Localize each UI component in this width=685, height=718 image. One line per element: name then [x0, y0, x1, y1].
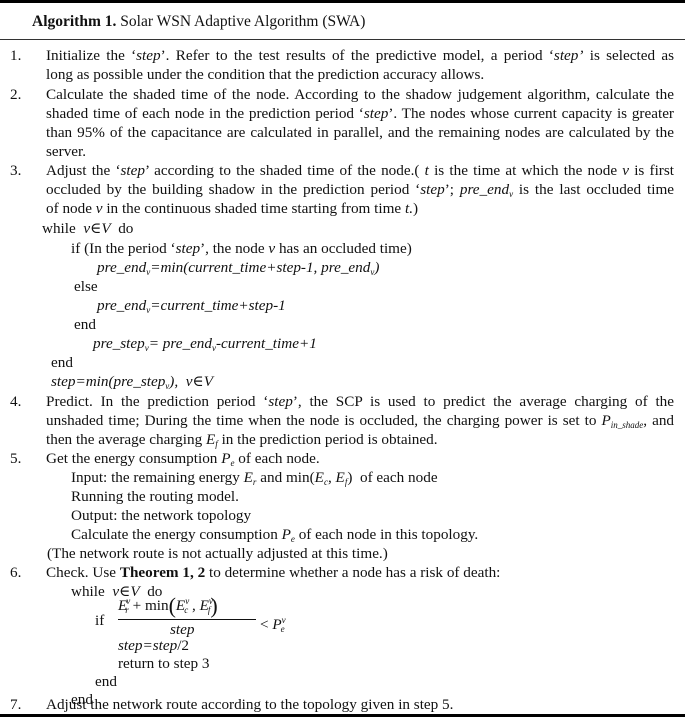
keyword-do: do — [118, 220, 134, 237]
if-condition: if (In the period ‘step’, the node v has… — [71, 240, 412, 257]
algorithm-box: Algorithm 1. Solar WSN Adaptive Algorith… — [0, 0, 685, 718]
step-text-line: Adjust the network route according to th… — [46, 696, 454, 713]
sub-line-run: Running the routing model. — [71, 488, 239, 505]
step-number: 5. — [10, 450, 22, 467]
top-rule — [0, 0, 685, 3]
keyword-if: if — [95, 612, 105, 629]
keyword-while: while — [42, 220, 76, 237]
algorithm-label: Algorithm 1. — [32, 13, 117, 30]
step-note: (The network route is not actually adjus… — [47, 545, 388, 562]
step-text-line: shaded time of each node in the predicti… — [46, 105, 674, 122]
step-number: 3. — [10, 162, 22, 179]
while-loop-header: while v∈V do — [42, 220, 133, 239]
keyword-while: while — [71, 583, 105, 600]
title-separator — [0, 39, 685, 40]
keyword-end: end — [51, 354, 73, 371]
assign-pre-end: pre_endv=current_time+step-1 — [97, 297, 286, 315]
step-text-line: unshaded time; During the time when the … — [46, 412, 675, 430]
step-text-line: than 95% of the capacitance are calculat… — [46, 124, 674, 141]
assign-step-min: step=min(pre_stepv), v∈V — [51, 373, 214, 391]
step-text-line: Calculate the shaded time of the node. A… — [46, 86, 674, 103]
step-number: 7. — [10, 696, 22, 713]
step-text-line: Predict. In the prediction period ‘step’… — [46, 393, 674, 410]
sub-line-calc: Calculate the energy consumption Pe of e… — [71, 526, 479, 544]
keyword-else: else — [74, 278, 98, 295]
sub-line-input: Input: the remaining energy Er and min(E… — [71, 469, 438, 487]
step-number: 1. — [10, 47, 22, 64]
algorithm-title: Algorithm 1. Solar WSN Adaptive Algorith… — [32, 13, 365, 32]
return-statement: return to step 3 — [118, 655, 210, 672]
step-text-line: long as possible under the condition tha… — [46, 66, 485, 83]
assign-pre-end-min: pre_endv=min(current_time+step-1, pre_en… — [97, 259, 380, 277]
step-text-line: then the average charging Ef in the pred… — [46, 431, 438, 449]
step-text-line: Check. Use Theorem 1, 2 to determine whe… — [46, 564, 501, 581]
step-text-line: Get the energy consumption Pe of each no… — [46, 450, 320, 468]
step-text-line: Initialize the ‘step’. Refer to the test… — [46, 47, 674, 64]
step-text-line: Adjust the ‘step’ according to the shade… — [46, 162, 674, 179]
step-number: 2. — [10, 86, 22, 103]
step-text-line: server. — [46, 143, 87, 160]
fraction-bar — [118, 619, 256, 620]
step-number: 4. — [10, 393, 22, 410]
step-text-line: occluded by the building shadow in the p… — [46, 181, 674, 199]
step-number: 6. — [10, 564, 22, 581]
assign-step-half: step=step/2 — [118, 637, 190, 654]
comparison: < Pve — [260, 615, 286, 634]
sub-line-output: Output: the network topology — [71, 507, 252, 524]
bottom-rule — [0, 714, 685, 717]
step-text-line: of node v in the continuous shaded time … — [46, 200, 419, 217]
loop-condition: v∈V — [83, 220, 111, 237]
fraction-numerator: Evr + min(Evc , Evf) — [118, 593, 218, 618]
algorithm-name: Solar WSN Adaptive Algorithm (SWA) — [120, 13, 366, 30]
keyword-end: end — [95, 673, 117, 690]
assign-pre-step: pre_stepv= pre_endv-current_time+1 — [93, 335, 317, 353]
keyword-end: end — [74, 316, 96, 333]
